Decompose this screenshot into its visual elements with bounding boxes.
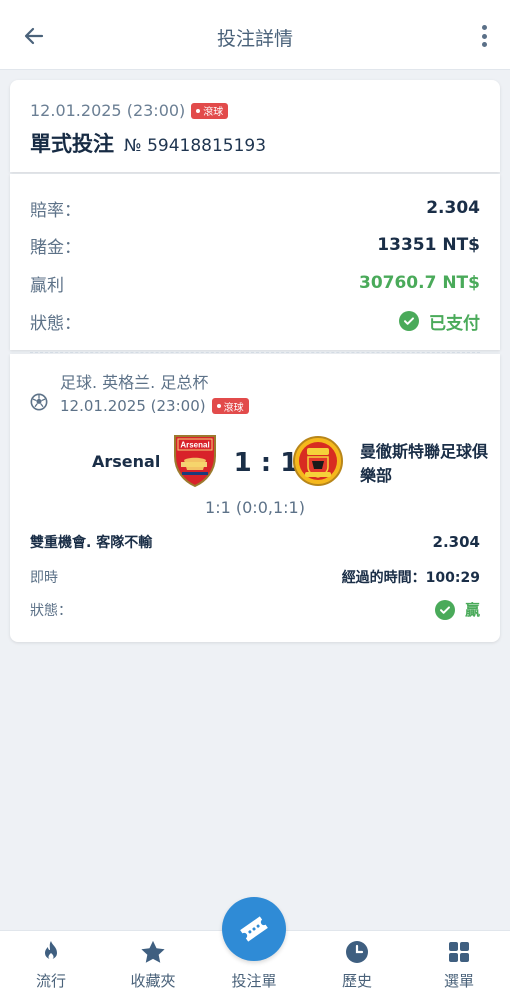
bet-datetime: 12.01.2025 (23:00) — [30, 101, 186, 120]
app-header: 投注詳情 — [0, 0, 510, 70]
bet-header-card: 12.01.2025 (23:00) 滾球 單式投注 № 59418815193 — [10, 80, 500, 172]
odds-row: 賠率： 2.304 — [30, 198, 480, 221]
ticket-icon — [240, 916, 268, 942]
match-status-row: 狀態： 贏 — [30, 599, 480, 620]
manchester-united-crest-icon — [293, 436, 343, 486]
stake-value: 13351 NT$ — [377, 235, 480, 255]
bet-summary-card: 賠率： 2.304 賭金： 13351 NT$ 贏利 30760.7 NT$ 狀… — [10, 174, 500, 350]
tab-favorites[interactable]: 收藏夾 — [102, 931, 204, 1000]
match-status-value: 贏 — [464, 601, 480, 619]
win-row: 贏利 30760.7 NT$ — [30, 273, 480, 296]
divider — [30, 352, 480, 353]
pick-name: 雙重機會. 客隊不輸 — [30, 535, 153, 551]
check-icon — [399, 311, 419, 331]
live-row: 即時 經過的時間：100:29 — [30, 567, 480, 587]
clock-icon — [346, 941, 368, 963]
pick-row: 雙重機會. 客隊不輸 2.304 — [30, 532, 480, 552]
sport-path: 足球. 英格兰. 足总杯 — [60, 373, 209, 392]
svg-text:Arsenal: Arsenal — [180, 441, 209, 450]
away-team-name: 曼徹斯特聯足球俱樂部 — [360, 442, 489, 485]
soccer-ball-icon — [30, 393, 48, 411]
tab-popular[interactable]: 流行 — [0, 931, 102, 1000]
stake-row: 賭金： 13351 NT$ — [30, 235, 480, 258]
grid-icon — [449, 942, 469, 962]
tab-bet-slip-label[interactable]: 投注單 — [204, 970, 304, 991]
bet-number: № 59418815193 — [124, 136, 267, 156]
odds-value: 2.304 — [426, 198, 480, 218]
tab-menu[interactable]: 選單 — [408, 931, 510, 1000]
more-options-button[interactable] — [478, 22, 490, 50]
pick-odds: 2.304 — [432, 533, 480, 551]
status-row: 狀態： 已支付 — [30, 309, 480, 334]
page-title: 投注詳情 — [216, 28, 293, 50]
vertical-dots-icon — [481, 25, 487, 30]
status-value: 已支付 — [429, 313, 480, 334]
score-detail: 1:1 (0:0,1:1) — [205, 498, 305, 517]
elapsed-time: 經過的時間：100:29 — [341, 570, 480, 586]
live-badge: 滾球 — [191, 102, 229, 119]
arsenal-crest-icon: Arsenal — [174, 435, 216, 488]
match-card: 足球. 英格兰. 足总杯 12.01.2025 (23:00) 滾球 Arsen… — [10, 354, 500, 642]
star-icon — [141, 940, 165, 963]
home-team-name: Arsenal — [92, 452, 161, 471]
match-datetime: 12.01.2025 (23:00) — [60, 397, 206, 415]
tab-history[interactable]: 歷史 — [306, 931, 408, 1000]
bet-type: 單式投注 — [30, 132, 114, 156]
flame-icon — [45, 941, 57, 960]
live-badge: 滾球 — [211, 398, 249, 414]
win-value: 30760.7 NT$ — [358, 273, 480, 293]
bet-slip-button[interactable] — [222, 897, 286, 961]
check-icon — [434, 599, 455, 620]
